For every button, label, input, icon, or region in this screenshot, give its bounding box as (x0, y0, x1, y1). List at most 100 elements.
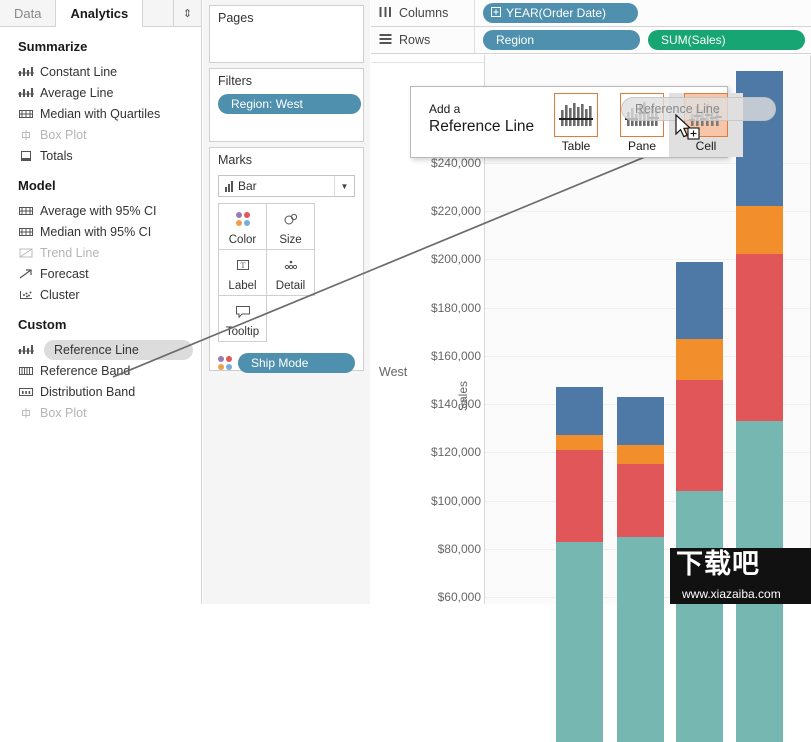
rows-shelf-content[interactable]: Region SUM(Sales) (475, 30, 805, 50)
marks-button-label[interactable]: T Label (218, 249, 267, 296)
analytics-item-totals[interactable]: Totals (0, 145, 201, 166)
reference-line-icon (18, 344, 40, 356)
marks-button-size[interactable]: Size (266, 203, 315, 250)
y-axis-tick-label: $200,000 (430, 252, 481, 267)
analytics-item-label: Average Line (40, 85, 114, 100)
y-axis-tick-label: $160,000 (430, 348, 481, 363)
bar-segment[interactable] (676, 338, 723, 380)
analytics-item-forecast[interactable]: Forecast (0, 263, 201, 284)
box-plot-icon (18, 407, 40, 419)
tab-strip-spacer (143, 0, 173, 26)
drop-target-table[interactable]: Table (539, 93, 613, 157)
bar-segment[interactable] (617, 464, 664, 537)
rows-shelf[interactable]: Rows Region SUM(Sales) (371, 27, 811, 54)
marks-type-value: Bar (238, 179, 257, 193)
filters-card-title: Filters (218, 74, 253, 88)
pages-card: Pages (209, 5, 364, 63)
filters-pill-row: Region: West (210, 90, 363, 114)
y-axis-tick-label: $180,000 (430, 300, 481, 315)
analytics-item-cluster[interactable]: Cluster (0, 284, 201, 305)
rows-pill-sum-sales[interactable]: SUM(Sales) (648, 30, 805, 50)
analytics-item-reference-band[interactable]: Reference Band (0, 360, 201, 381)
analytics-item-average-with-95-ci[interactable]: Average with 95% CI (0, 200, 201, 221)
analytics-item-label: Cluster (40, 287, 80, 302)
marks-button-label: Size (279, 234, 302, 246)
bar-segment[interactable] (556, 541, 603, 742)
analytics-item-label: Box Plot (40, 127, 87, 142)
marks-encoding-row: Ship Mode (210, 341, 363, 373)
forecast-icon (18, 268, 40, 280)
bar-segment[interactable] (676, 490, 723, 742)
watermark: 下载吧 www.xiazaiba.com (670, 540, 811, 604)
drop-popup-title-big: Reference Line (429, 118, 535, 136)
analytics-item-label: Constant Line (40, 64, 118, 79)
totals-icon (18, 150, 40, 162)
bar-segment[interactable] (676, 261, 723, 339)
columns-pill-year-order-date[interactable]: YEAR(Order Date) (483, 3, 638, 23)
analytics-item-distribution-band[interactable]: Distribution Band (0, 381, 201, 402)
bar-segment[interactable] (617, 536, 664, 742)
svg-text:T: T (240, 261, 245, 270)
median-quartiles-icon (18, 108, 40, 120)
analytics-item-median-with-quartiles[interactable]: Median with Quartiles (0, 103, 201, 124)
marks-button-tooltip[interactable]: Tooltip (218, 295, 267, 342)
trend-line-icon (18, 247, 40, 259)
marks-type-dropdown[interactable]: Bar ▼ (218, 175, 355, 197)
marks-button-detail[interactable]: Detail (266, 249, 315, 296)
bar-segment[interactable] (736, 206, 783, 255)
rows-pill-region[interactable]: Region (483, 30, 640, 50)
bar-segment[interactable] (736, 254, 783, 421)
bar-segment[interactable] (556, 449, 603, 542)
analytics-item-label: Median with Quartiles (40, 106, 161, 121)
tab-analytics[interactable]: Analytics (56, 0, 144, 27)
section-title-model: Model (18, 178, 56, 193)
analytics-item-box-plot: Box Plot (0, 124, 201, 145)
analytics-item-reference-line[interactable]: Reference Line (44, 339, 193, 360)
bar-stack[interactable] (736, 55, 783, 742)
bar-segment[interactable] (556, 387, 603, 436)
marks-pill-ship-mode[interactable]: Ship Mode (238, 353, 355, 373)
filter-pill-region-west[interactable]: Region: West (218, 94, 361, 114)
y-axis-tick-label: $80,000 (437, 541, 481, 556)
box-plot-icon (18, 129, 40, 141)
marks-button-label: Color (228, 234, 257, 246)
analytics-item-label: Trend Line (40, 245, 100, 260)
expand-plus-icon[interactable] (491, 6, 501, 20)
constant-line-icon (18, 66, 40, 78)
drop-popup-title-small: Add a (429, 102, 461, 116)
chevron-down-icon[interactable]: ▼ (334, 176, 354, 196)
y-axis-tick-label: $140,000 (430, 397, 481, 411)
watermark-url: www.xiazaiba.com (682, 587, 781, 601)
drop-target-label: Pane (627, 139, 657, 153)
bar-segment[interactable] (556, 435, 603, 450)
columns-shelf[interactable]: Columns YEAR(Order Date) (371, 0, 811, 27)
analytics-item-constant-line[interactable]: Constant Line (0, 61, 201, 82)
y-axis-tick-label: $120,000 (430, 445, 481, 460)
distribution-band-icon (18, 386, 40, 398)
label-t-icon: T (235, 250, 251, 280)
pane-tab-strip: Data Analytics ⇕ (0, 0, 201, 27)
marks-button-color[interactable]: Color (218, 203, 267, 250)
marks-card: Marks Bar ▼ Color Size T Label Detail To… (209, 147, 364, 373)
columns-shelf-label-group: Columns (371, 0, 475, 26)
analytics-item-reference-line-icon-row: Reference Line (0, 339, 201, 360)
analytics-item-average-line[interactable]: Average Line (0, 82, 201, 103)
bar-segment[interactable] (736, 71, 783, 207)
drag-copy-cursor-icon (674, 113, 704, 147)
analytics-item-label: Totals (40, 148, 73, 163)
bar-segment[interactable] (617, 396, 664, 445)
analytics-item-box-plot-custom: Box Plot (0, 402, 201, 423)
detail-dots-icon (281, 250, 301, 280)
tab-data[interactable]: Data (0, 0, 57, 26)
bar-mark-icon (219, 180, 238, 192)
analytics-item-trend-line: Trend Line (0, 242, 201, 263)
median-ci-icon (18, 226, 40, 238)
sort-updown-icon[interactable]: ⇕ (173, 0, 201, 26)
analytics-item-median-with-95-ci[interactable]: Median with 95% CI (0, 221, 201, 242)
bar-segment[interactable] (676, 379, 723, 491)
watermark-text-cn: 下载吧 (676, 549, 760, 580)
bar-segment[interactable] (617, 445, 664, 465)
rows-icon (379, 33, 392, 48)
scope-table-icon (554, 93, 598, 137)
columns-shelf-content[interactable]: YEAR(Order Date) (475, 3, 638, 23)
